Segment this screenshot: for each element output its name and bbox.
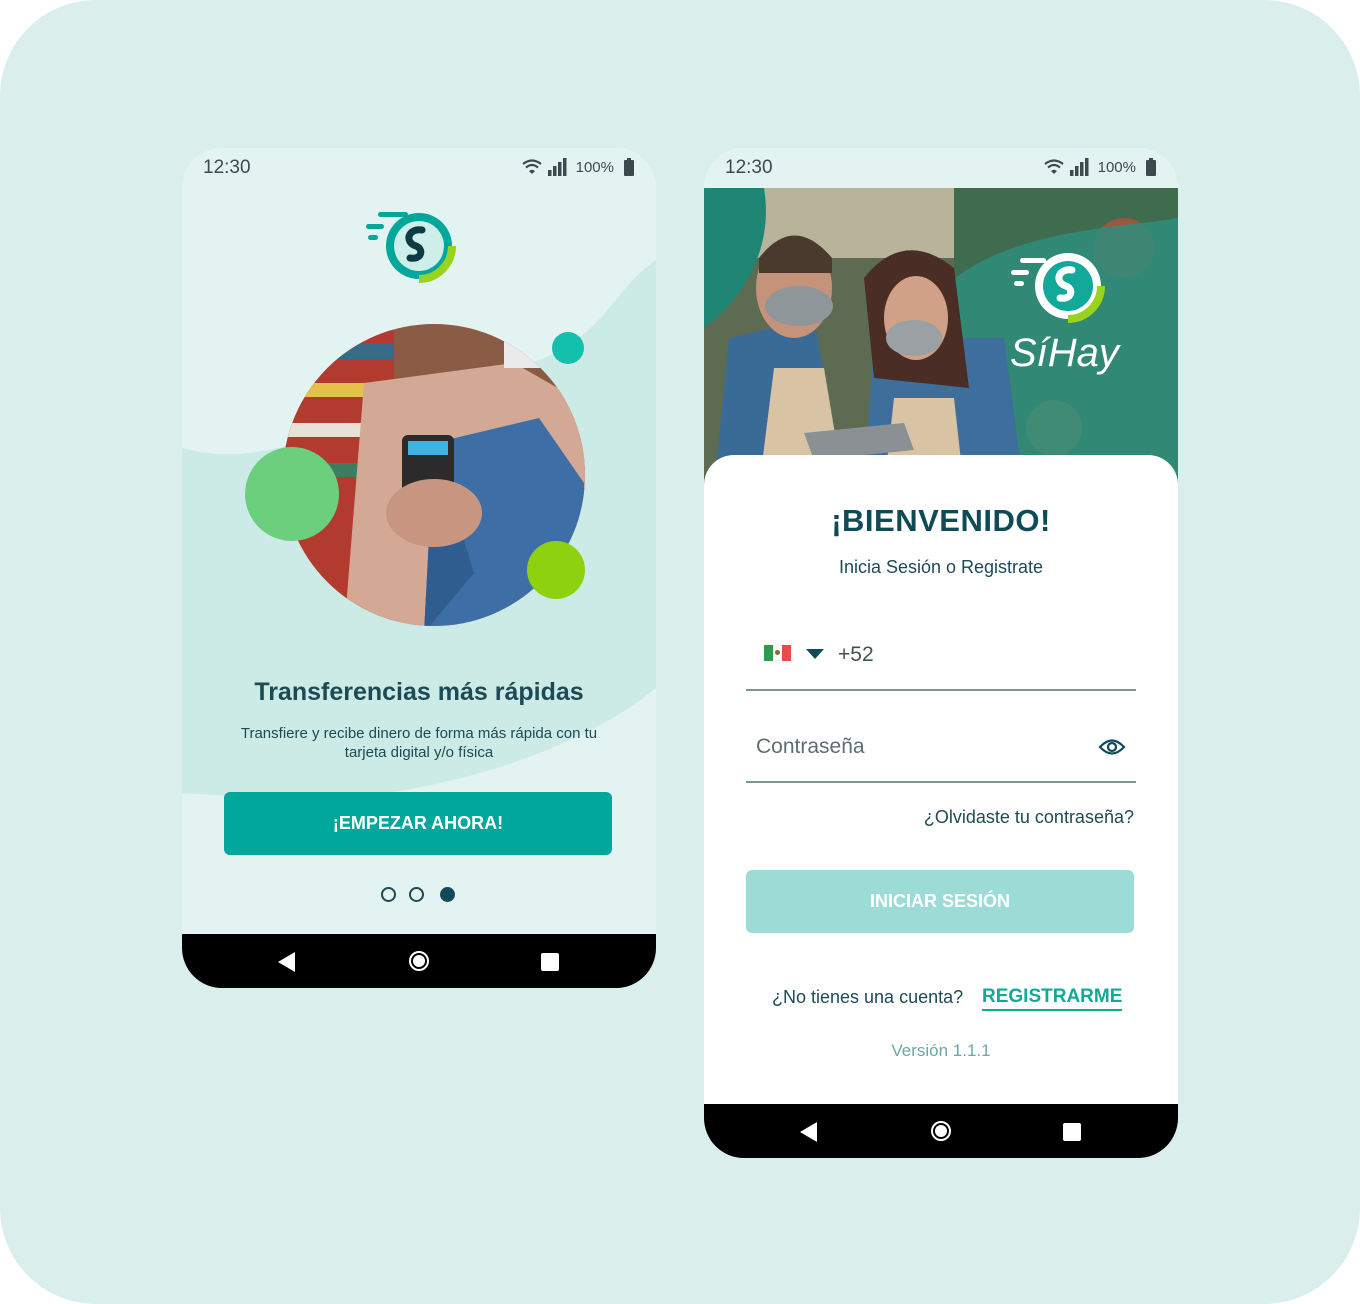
welcome-title: ¡BIENVENIDO! — [831, 503, 1051, 538]
battery-percent: 100% — [1097, 158, 1136, 176]
home-icon[interactable] — [409, 951, 429, 971]
status-time: 12:30 — [725, 157, 773, 178]
recents-icon[interactable] — [1063, 1123, 1081, 1141]
password-field[interactable]: Contraseña — [746, 715, 1136, 783]
page-indicator — [381, 887, 461, 903]
page-dot[interactable] — [381, 887, 396, 902]
wifi-icon — [1043, 159, 1064, 174]
signal-icon — [547, 158, 567, 176]
login-card: ¡BIENVENIDO! Inicia Sesión o Registrate … — [704, 455, 1178, 1158]
country-code: +52 — [838, 643, 874, 666]
password-placeholder: Contraseña — [756, 735, 865, 758]
start-now-button[interactable]: ¡EMPEZAR AHORA! — [224, 792, 612, 855]
onboarding-screen: 12:30 100% Transferencias más rápidas Tr… — [182, 148, 656, 988]
welcome-subtitle: Inicia Sesión o Registrate — [838, 557, 1044, 577]
brand-logo-text: SíHay — [1010, 331, 1122, 375]
back-icon[interactable] — [800, 1122, 818, 1142]
wifi-icon — [521, 159, 542, 174]
status-time: 12:30 — [203, 157, 251, 178]
register-link[interactable]: REGISTRARME — [982, 986, 1123, 1011]
battery-icon — [1146, 158, 1156, 176]
android-nav-bar — [704, 1104, 1178, 1158]
app-version: Versión 1.1.1 — [891, 1041, 991, 1060]
forgot-password-link[interactable]: ¿Olvidaste tu contraseña? — [924, 807, 1134, 828]
login-screen: 12:30 100% SíHay ¡BIENVENIDO! Inicia Ses… — [704, 148, 1178, 1158]
no-account-text: ¿No tienes una cuenta? — [772, 987, 964, 1007]
chevron-down-icon[interactable] — [806, 649, 824, 659]
eye-icon[interactable] — [1098, 737, 1126, 757]
status-bar: 12:30 100% — [704, 148, 1178, 188]
android-nav-bar — [182, 934, 656, 988]
battery-icon — [624, 158, 634, 176]
home-icon[interactable] — [931, 1121, 951, 1141]
onboarding-description: Transfiere y recibe dinero de forma más … — [240, 725, 598, 761]
login-button[interactable]: INICIAR SESIÓN — [746, 870, 1134, 933]
page-dot-active[interactable] — [440, 887, 455, 902]
login-hero-photo: SíHay — [704, 188, 1178, 488]
page-dot[interactable] — [409, 887, 424, 902]
status-bar: 12:30 100% — [182, 148, 656, 188]
phone-number-field[interactable]: +52 — [746, 623, 1136, 691]
flag-mexico-icon[interactable] — [764, 645, 792, 661]
battery-percent: 100% — [575, 158, 614, 176]
onboarding-title: Transferencias más rápidas — [254, 678, 584, 706]
signal-icon — [1069, 158, 1089, 176]
back-icon[interactable] — [278, 952, 296, 972]
showcase-background: 12:30 100% Transferencias más rápidas Tr… — [0, 0, 1360, 1304]
recents-icon[interactable] — [541, 953, 559, 971]
decorative-bubbles — [245, 332, 585, 599]
